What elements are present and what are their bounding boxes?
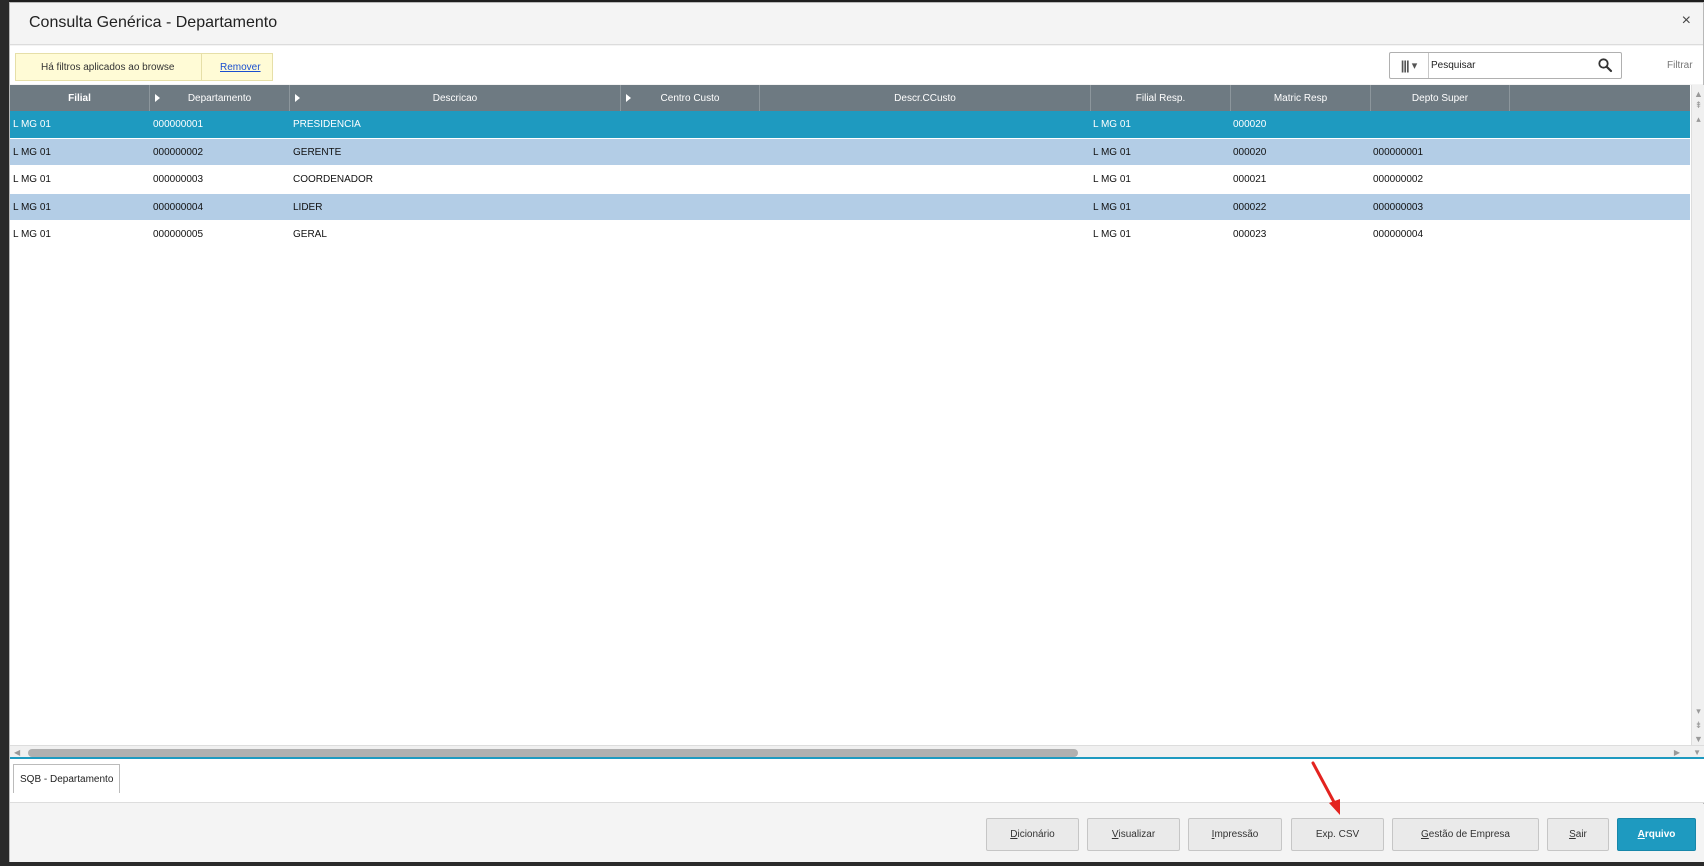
scroll-up-icon[interactable]: ▴: [1692, 113, 1704, 126]
tab-sqb-departamento[interactable]: SQB - Departamento: [13, 764, 121, 793]
arquivo-button[interactable]: Arquivo: [1617, 818, 1696, 851]
column-header-label: Departamento: [187, 92, 252, 104]
cell-departamento: 000000003: [153, 174, 204, 185]
column-header-matric-resp[interactable]: Matric Resp: [1231, 85, 1371, 111]
cell-matric-resp: 000023: [1233, 229, 1267, 240]
background-edge: [0, 0, 9, 866]
window-title: Consulta Genérica - Departamento: [29, 14, 278, 31]
search-icon[interactable]: [1597, 57, 1613, 73]
scroll-bottom-icon[interactable]: ▼: [1692, 732, 1704, 745]
column-header-descricao[interactable]: Descricao: [290, 85, 621, 111]
cell-departamento: 000000002: [153, 146, 204, 158]
cell-descricao: PRESIDENCIA: [293, 119, 361, 130]
table-row[interactable]: L MG 01 000000002 GERENTE L MG 01 000020…: [10, 138, 1690, 166]
cell-filial-resp: L MG 01: [1093, 119, 1131, 130]
cell-matric-resp: 000020: [1233, 119, 1267, 130]
table-row[interactable]: L MG 01 000000001 PRESIDENCIA L MG 01 00…: [10, 111, 1690, 139]
cell-filial-resp: L MG 01: [1093, 201, 1131, 213]
filter-notice: Há filtros aplicados ao browse Remover: [15, 53, 273, 81]
table-row[interactable]: L MG 01 000000003 COORDENADOR L MG 01 00…: [10, 166, 1690, 194]
sair-button[interactable]: Sair: [1547, 818, 1609, 851]
cell-matric-resp: 000021: [1233, 174, 1267, 185]
cell-descricao: LIDER: [293, 201, 323, 213]
dicionario-button[interactable]: Dicionário: [986, 818, 1079, 851]
chevron-down-icon: ▾: [1411, 60, 1418, 72]
column-header-label: Descricao: [432, 92, 478, 104]
column-header-label: Centro Custo: [660, 92, 720, 104]
cell-depto-super: 000000002: [1373, 174, 1424, 185]
background-edge-bottom: [0, 862, 1704, 866]
cell-departamento: 000000004: [153, 201, 204, 213]
column-header-filial-resp[interactable]: Filial Resp.: [1091, 85, 1231, 111]
cell-filial: L MG 01: [13, 119, 51, 130]
columns-icon: |||: [1400, 58, 1410, 73]
cell-departamento: 000000005: [153, 229, 204, 240]
scroll-down-icon[interactable]: ▾: [1692, 705, 1704, 718]
close-icon[interactable]: ×: [1682, 12, 1691, 30]
column-header-depto-super[interactable]: Depto Super: [1371, 85, 1510, 111]
cell-descricao: GERENTE: [293, 146, 342, 158]
cell-filial: L MG 01: [13, 201, 51, 213]
cell-filial: L MG 01: [13, 146, 51, 158]
button-label-rest: isualizar: [1118, 829, 1156, 840]
scroll-page-down-icon[interactable]: ⇟: [1692, 719, 1704, 732]
search-box: ||| ▾: [1389, 52, 1622, 79]
table-row[interactable]: L MG 01 000000004 LIDER L MG 01 000022 0…: [10, 193, 1690, 221]
visualizar-button[interactable]: Visualizar: [1087, 818, 1180, 851]
button-label-rest: icionário: [1017, 829, 1055, 840]
cell-descricao: COORDENADOR: [293, 174, 374, 185]
data-grid: Filial Departamento Descricao Centro Cus…: [10, 85, 1704, 759]
button-label-rest: air: [1575, 829, 1587, 840]
column-header-descr-ccusto[interactable]: Descr.CCusto: [760, 85, 1091, 111]
cell-filial-resp: L MG 01: [1093, 229, 1131, 240]
sort-arrow-icon: [626, 94, 631, 102]
mnemonic: A: [1637, 829, 1645, 840]
impressao-button[interactable]: Impressão: [1188, 818, 1282, 851]
cell-departamento: 000000001: [153, 119, 204, 130]
column-header-centro-custo[interactable]: Centro Custo: [621, 85, 760, 111]
vertical-scrollbar[interactable]: ▲ ⇞ ▴ ▾ ⇟ ▼: [1691, 85, 1704, 745]
columns-selector[interactable]: ||| ▾: [1390, 53, 1429, 78]
horizontal-scroll-thumb[interactable]: [28, 749, 1078, 757]
gestao-de-empresa-button[interactable]: Gestão de Empresa: [1392, 818, 1539, 851]
cell-matric-resp: 000022: [1233, 201, 1267, 213]
filter-notice-text: Há filtros aplicados ao browse: [16, 54, 202, 80]
cell-matric-resp: 000020: [1233, 146, 1267, 158]
scroll-page-up-icon[interactable]: ⇞: [1692, 99, 1704, 112]
button-label-rest: rquivo: [1644, 829, 1676, 840]
mnemonic: S: [1569, 829, 1576, 840]
filter-button[interactable]: Filtrar: [1667, 60, 1693, 71]
tab-strip: SQB - Departamento: [10, 759, 1704, 803]
mnemonic: D: [1010, 829, 1018, 840]
action-bar: Dicionário Visualizar Impressão Exp. CSV…: [10, 804, 1704, 863]
cell-depto-super: 000000003: [1373, 201, 1424, 213]
cell-descricao: GERAL: [293, 229, 327, 240]
mnemonic: V: [1111, 829, 1119, 840]
grid-body: L MG 01 000000001 PRESIDENCIA L MG 01 00…: [10, 111, 1690, 249]
cell-filial: L MG 01: [13, 229, 51, 240]
sort-arrow-icon: [155, 94, 160, 102]
button-label: Exp. CSV: [1315, 829, 1360, 840]
search-input[interactable]: [1431, 56, 1591, 75]
button-label-rest: mpressão: [1214, 829, 1259, 840]
title-bar: Consulta Genérica - Departamento ×: [10, 3, 1703, 45]
exp-csv-button[interactable]: Exp. CSV: [1291, 818, 1384, 851]
cell-filial-resp: L MG 01: [1093, 146, 1131, 158]
remove-filter-link[interactable]: Remover: [202, 62, 261, 73]
cell-depto-super: 000000001: [1373, 146, 1424, 158]
button-label-rest: estão de Empresa: [1428, 829, 1510, 840]
grid-header: Filial Departamento Descricao Centro Cus…: [10, 85, 1690, 111]
cell-filial-resp: L MG 01: [1093, 174, 1131, 185]
cell-filial: L MG 01: [13, 174, 51, 185]
column-header-filial[interactable]: Filial: [10, 85, 150, 111]
table-row[interactable]: L MG 01 000000005 GERAL L MG 01 000023 0…: [10, 221, 1690, 249]
cell-depto-super: 000000004: [1373, 229, 1424, 240]
dialog-window: Consulta Genérica - Departamento × Há fi…: [9, 2, 1704, 863]
mnemonic: G: [1421, 829, 1429, 840]
sort-arrow-icon: [295, 94, 300, 102]
browse-toolbar: Há filtros aplicados ao browse Remover |…: [10, 46, 1703, 84]
column-header-departamento[interactable]: Departamento: [150, 85, 290, 111]
